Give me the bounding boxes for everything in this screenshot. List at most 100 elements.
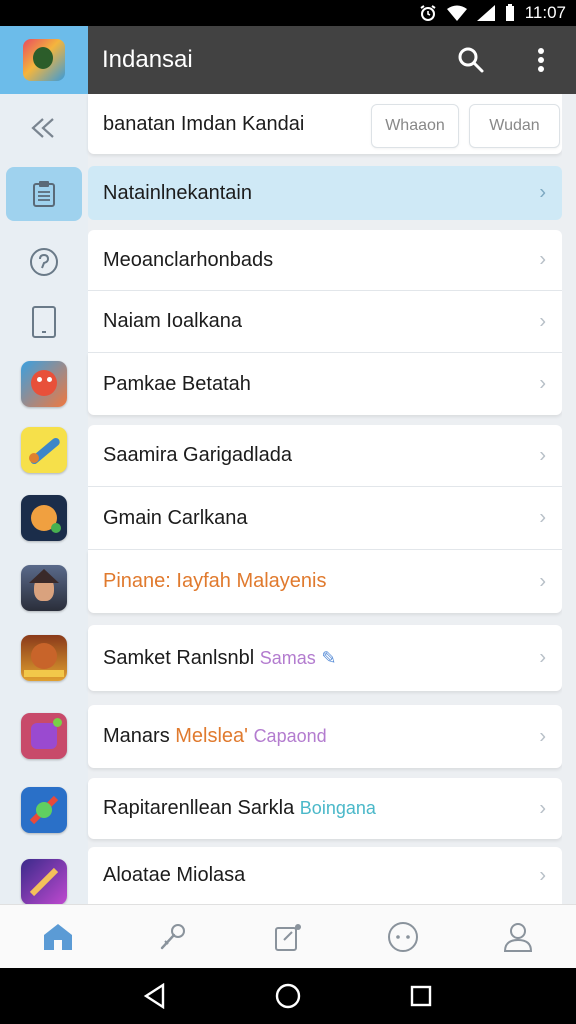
more-vert-icon bbox=[538, 48, 544, 72]
system-nav-bar bbox=[0, 968, 576, 1024]
menu-row[interactable]: Manars Melslea' Capaond › bbox=[88, 705, 562, 768]
rail-game-5[interactable] bbox=[0, 630, 88, 686]
game-icon-blue bbox=[21, 787, 67, 833]
chevron-right-icon: › bbox=[539, 181, 546, 204]
nav-chat-button[interactable] bbox=[371, 909, 435, 965]
rail-game-6[interactable] bbox=[0, 708, 88, 764]
recents-icon[interactable] bbox=[409, 984, 433, 1008]
clipboard-icon bbox=[33, 181, 55, 207]
status-time: 11:07 bbox=[524, 3, 566, 22]
back-icon[interactable] bbox=[143, 983, 167, 1009]
menu-row[interactable]: Meoanclarhonbads › bbox=[88, 230, 562, 291]
menu-row-label-part2: Boingana bbox=[299, 798, 376, 818]
rail-item-help[interactable] bbox=[0, 232, 88, 292]
chevron-right-icon: › bbox=[539, 725, 546, 747]
bottom-nav bbox=[0, 904, 576, 968]
nav-pin-button[interactable] bbox=[141, 909, 205, 965]
rail-game-8[interactable] bbox=[0, 854, 88, 910]
rail-game-1[interactable] bbox=[0, 356, 88, 412]
pin-icon bbox=[160, 923, 185, 949]
alarm-icon bbox=[420, 5, 436, 21]
chevron-right-icon: › bbox=[539, 864, 546, 886]
search-button[interactable] bbox=[436, 26, 506, 94]
menu-row-label: Naiam Ioalkana bbox=[103, 310, 242, 332]
chevron-right-icon: › bbox=[539, 444, 546, 466]
battery-icon bbox=[505, 4, 514, 21]
menu-row[interactable]: Naiam Ioalkana › bbox=[88, 291, 562, 353]
rail-game-7[interactable] bbox=[0, 782, 88, 838]
app-logo-tile[interactable] bbox=[0, 26, 88, 94]
scroll-gutter bbox=[562, 94, 576, 904]
home-circle-icon[interactable] bbox=[274, 982, 302, 1010]
app-bar: Indansai bbox=[0, 26, 576, 94]
rail-item-clipboard[interactable] bbox=[0, 164, 88, 224]
menu-row-label: Natainlnekantain bbox=[103, 181, 252, 204]
game-icon-red bbox=[21, 361, 67, 407]
chevron-right-icon: › bbox=[539, 797, 546, 819]
user-icon bbox=[504, 922, 533, 952]
app-logo-icon bbox=[23, 39, 65, 81]
menu-row-label: Pamkae Betatah bbox=[103, 372, 251, 395]
signal-icon bbox=[476, 5, 495, 21]
chevron-right-icon: › bbox=[539, 310, 546, 332]
menu-row-label: Saamira Garigadlada bbox=[103, 444, 292, 466]
chevron-right-icon: › bbox=[539, 372, 546, 395]
nav-tasks-button[interactable] bbox=[256, 909, 320, 965]
chevron-right-icon: › bbox=[539, 248, 546, 271]
menu-row-label: Aloatae Miolasa bbox=[103, 864, 246, 886]
header-button-1[interactable]: Whaaon bbox=[371, 104, 459, 148]
search-icon bbox=[458, 47, 484, 73]
clipboard-edit-icon bbox=[274, 923, 301, 951]
menu-row-label-part3: Capaond bbox=[253, 726, 327, 746]
double-chevron-icon bbox=[31, 118, 54, 138]
menu-row-label-part1: Pinane: Iayfah bbox=[103, 570, 231, 592]
status-bar: 11:07 bbox=[0, 0, 576, 26]
chevron-right-icon: › bbox=[539, 646, 546, 669]
rail-game-2[interactable] bbox=[0, 422, 88, 478]
home-icon bbox=[43, 923, 72, 950]
menu-row[interactable]: Pinane: Iayfah Malayenis › bbox=[88, 550, 562, 613]
chevron-right-icon: › bbox=[539, 506, 546, 529]
menu-row[interactable]: Samket Ranlsnbl Samas ✎ › bbox=[88, 625, 562, 691]
menu-row[interactable]: Pamkae Betatah › bbox=[88, 353, 562, 415]
app-title: Indansai bbox=[102, 46, 193, 73]
help-icon bbox=[30, 248, 58, 276]
game-icon-warrior bbox=[21, 565, 67, 611]
rail-item-tablet[interactable] bbox=[0, 292, 88, 352]
menu-row[interactable]: Gmain Carlkana › bbox=[88, 487, 562, 550]
menu-row-label: Pinane: Iayfah Malayenis bbox=[103, 570, 326, 593]
nav-profile-button[interactable] bbox=[486, 909, 550, 965]
pen-icon: ✎ bbox=[321, 647, 337, 668]
menu-row[interactable]: Rapitarenllean Sarkla Boingana › bbox=[88, 778, 562, 839]
menu-row-label-part2: Samas bbox=[259, 647, 316, 668]
chat-icon bbox=[388, 921, 419, 952]
game-icon-purple bbox=[21, 713, 67, 759]
menu-row-label: Rapitarenllean Sarkla Boingana bbox=[103, 797, 376, 820]
more-options-button[interactable] bbox=[506, 26, 576, 94]
game-icon-cat bbox=[21, 495, 67, 541]
menu-row-label: Gmain Carlkana bbox=[103, 506, 248, 529]
left-rail bbox=[0, 94, 88, 905]
header-button-2[interactable]: Wudan bbox=[469, 104, 560, 148]
menu-row-label-part2: Malayenis bbox=[236, 570, 327, 592]
menu-row-label: Samket Ranlsnbl Samas ✎ bbox=[103, 647, 336, 670]
menu-row[interactable]: Saamira Garigadlada › bbox=[88, 425, 562, 487]
rail-collapse-button[interactable] bbox=[0, 98, 88, 158]
section-header-text: banatan Imdan Kandai bbox=[103, 112, 305, 135]
menu-row[interactable]: Aloatae Miolasa › bbox=[88, 847, 562, 904]
game-icon-violet bbox=[21, 859, 67, 905]
chevron-right-icon: › bbox=[539, 570, 546, 592]
menu-row-label-part1: Samket Ranlsnbl bbox=[103, 646, 255, 669]
nav-home-button[interactable] bbox=[26, 909, 90, 965]
section-header: banatan Imdan Kandai Whaaon Wudan bbox=[88, 94, 562, 154]
menu-row-label-part1: Manars bbox=[103, 725, 170, 747]
rail-active-pill bbox=[6, 167, 82, 221]
menu-row-label-part1: Rapitarenllean Sarkla bbox=[103, 797, 295, 819]
game-icon-yellow bbox=[21, 427, 67, 473]
rail-game-4[interactable] bbox=[0, 560, 88, 616]
menu-row-highlighted[interactable]: Natainlnekantain › bbox=[88, 166, 562, 220]
rail-game-3[interactable] bbox=[0, 490, 88, 546]
menu-row-label: Manars Melslea' Capaond bbox=[103, 725, 327, 748]
tablet-icon bbox=[32, 306, 56, 338]
menu-row-label: Meoanclarhonbads bbox=[103, 248, 274, 271]
